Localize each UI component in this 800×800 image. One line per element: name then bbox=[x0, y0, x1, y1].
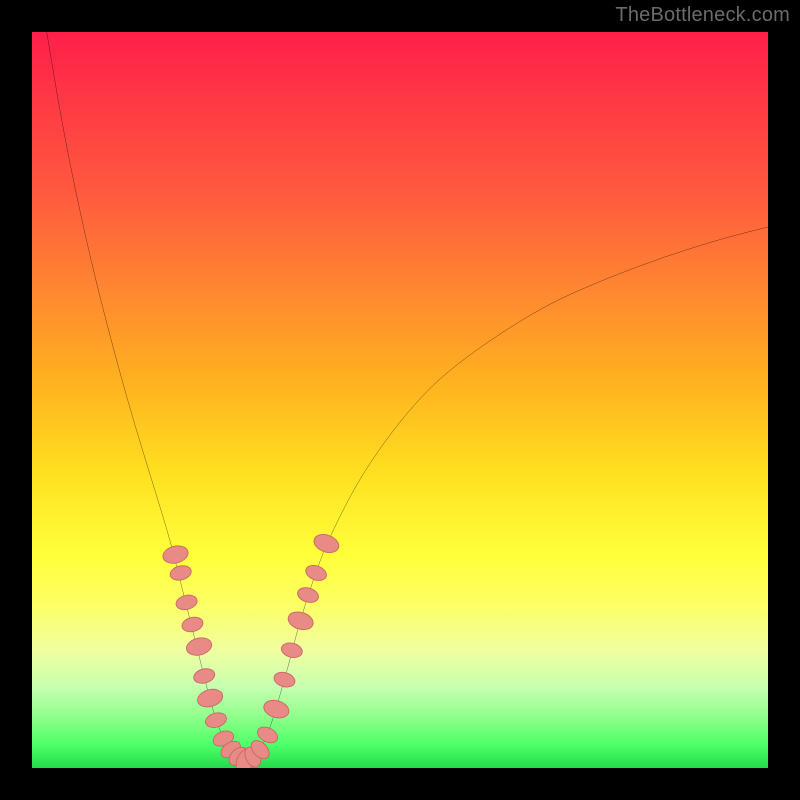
data-marker bbox=[169, 564, 193, 583]
data-marker bbox=[195, 686, 224, 709]
data-marker bbox=[185, 635, 214, 657]
data-marker bbox=[296, 585, 321, 605]
data-marker bbox=[311, 531, 341, 556]
data-marker bbox=[180, 615, 204, 634]
data-marker bbox=[280, 641, 304, 660]
chart-svg bbox=[32, 32, 768, 768]
data-marker bbox=[262, 698, 291, 721]
curve-right-branch bbox=[245, 227, 768, 761]
chart-frame: TheBottleneck.com bbox=[0, 0, 800, 800]
data-marker bbox=[175, 593, 199, 612]
plot-area bbox=[32, 32, 768, 768]
data-marker bbox=[272, 670, 296, 689]
watermark-text: TheBottleneck.com bbox=[615, 4, 790, 27]
curve-left-branch bbox=[47, 32, 246, 761]
data-marker bbox=[204, 711, 228, 730]
data-marker bbox=[192, 667, 216, 686]
data-marker bbox=[304, 563, 329, 583]
data-marker bbox=[286, 609, 315, 633]
data-marker bbox=[161, 543, 190, 565]
marker-group bbox=[161, 531, 341, 768]
